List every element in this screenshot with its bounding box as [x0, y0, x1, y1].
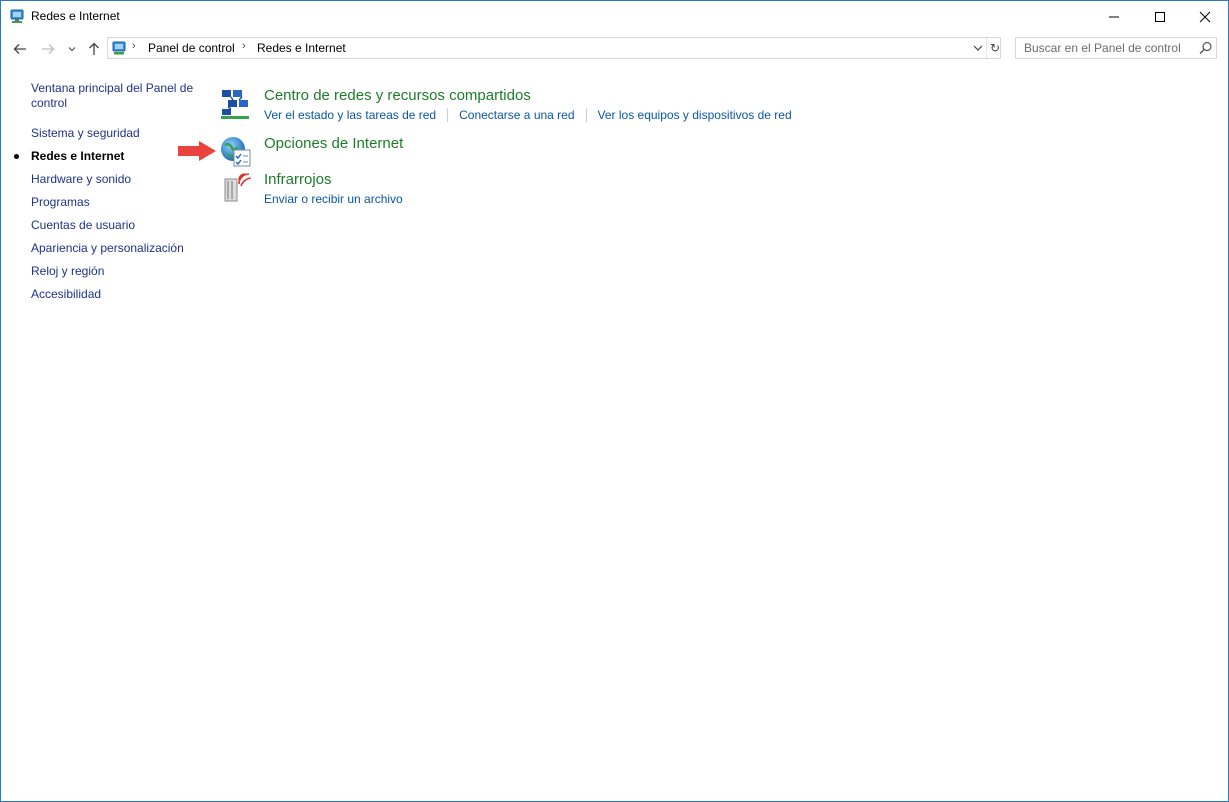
- sidebar-item-system-security[interactable]: Sistema y seguridad: [31, 126, 196, 141]
- sidebar-item-programs[interactable]: Programas: [31, 195, 196, 210]
- chevron-down-icon: [68, 47, 76, 52]
- search-input[interactable]: [1016, 38, 1204, 58]
- annotation-arrow-icon: [178, 141, 216, 161]
- arrow-up-icon: [89, 42, 99, 55]
- refresh-button[interactable]: ↻: [986, 38, 1003, 58]
- sidebar-item-accessibility[interactable]: Accesibilidad: [31, 287, 196, 302]
- link-send-receive-file[interactable]: Enviar o recibir un archivo: [264, 192, 403, 206]
- sidebar-item-appearance[interactable]: Apariencia y personalización: [31, 241, 196, 256]
- forward-button[interactable]: [37, 38, 59, 60]
- recent-locations-button[interactable]: [65, 38, 79, 60]
- minimize-icon: [1109, 16, 1119, 17]
- link-connect-network[interactable]: Conectarse a una red: [459, 108, 574, 122]
- sidebar-item-user-accounts[interactable]: Cuentas de usuario: [31, 218, 196, 233]
- minimize-button[interactable]: [1091, 1, 1137, 32]
- breadcrumb-control-panel[interactable]: Panel de control: [148, 41, 235, 55]
- breadcrumb-network-internet[interactable]: Redes e Internet: [257, 41, 346, 55]
- category-title-network-sharing-center[interactable]: Centro de redes y recursos compartidos: [264, 87, 531, 104]
- sidebar-item-clock-region[interactable]: Reloj y región: [31, 264, 196, 279]
- sidebar-item-hardware-sound[interactable]: Hardware y sonido: [31, 172, 196, 187]
- maximize-icon: [1155, 11, 1165, 22]
- internet-options-icon[interactable]: [219, 135, 253, 169]
- up-button[interactable]: [83, 38, 105, 60]
- back-button[interactable]: [9, 38, 31, 60]
- category-links: Ver el estado y las tareas de red Conect…: [264, 108, 792, 122]
- infrared-icon[interactable]: [219, 171, 253, 205]
- search-icon[interactable]: [1198, 40, 1214, 56]
- network-internet-icon: [10, 9, 24, 23]
- title-bar: Redes e Internet: [1, 1, 1228, 32]
- link-separator: [585, 108, 587, 122]
- address-history-dropdown[interactable]: [970, 38, 986, 58]
- maximize-button[interactable]: [1137, 1, 1183, 32]
- chevron-right-icon: ›: [132, 40, 136, 52]
- link-view-network-devices[interactable]: Ver los equipos y dispositivos de red: [598, 108, 792, 122]
- link-view-network-status[interactable]: Ver el estado y las tareas de red: [264, 108, 436, 122]
- category-links: Enviar o recibir un archivo: [264, 192, 403, 206]
- arrow-right-icon: [42, 44, 55, 54]
- category-title-infrared[interactable]: Infrarrojos: [264, 171, 332, 188]
- link-separator: [447, 108, 449, 122]
- close-button[interactable]: [1182, 1, 1228, 32]
- chevron-right-icon: ›: [242, 40, 246, 52]
- address-bar[interactable]: › Panel de control › Redes e Internet ↻: [107, 37, 1001, 59]
- category-title-internet-options[interactable]: Opciones de Internet: [264, 135, 403, 152]
- navigation-bar: › Panel de control › Redes e Internet ↻: [1, 32, 1228, 66]
- close-icon: [1199, 11, 1211, 22]
- network-center-icon[interactable]: [219, 87, 253, 121]
- control-panel-window: Redes e Internet › Panel de control › Re…: [0, 0, 1229, 802]
- sidebar-item-control-panel-home[interactable]: Ventana principal del Panel de control: [31, 81, 196, 111]
- refresh-icon: ↻: [989, 41, 1001, 55]
- network-internet-icon: [112, 41, 126, 55]
- window-title: Redes e Internet: [31, 9, 120, 23]
- chevron-down-icon: [973, 45, 983, 51]
- arrow-left-icon: [13, 44, 26, 54]
- sidebar-item-network-internet: Redes e Internet: [31, 149, 125, 163]
- search-box[interactable]: [1015, 37, 1217, 59]
- current-item-bullet: [14, 154, 19, 159]
